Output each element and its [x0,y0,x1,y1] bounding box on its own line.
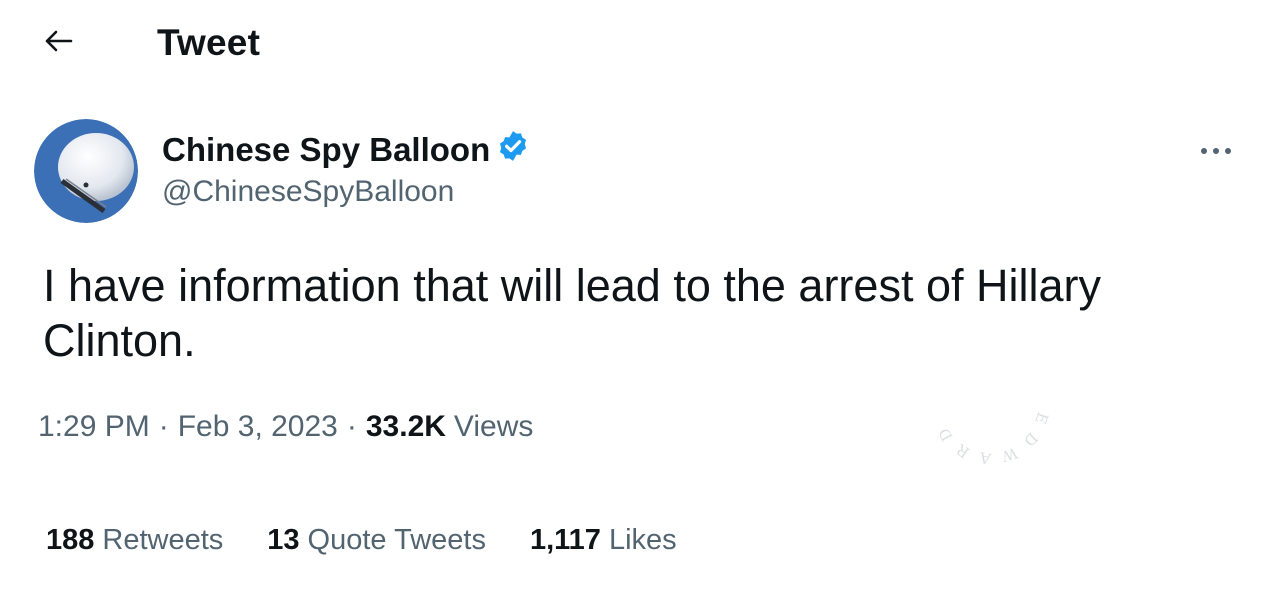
retweets-label: Retweets [102,524,224,556]
quote-tweets-label: Quote Tweets [307,524,486,556]
quote-tweets-count: 13 [267,524,300,556]
tweet-meta: 1:29 PM · Feb 3, 2023 · 33.2K Views [38,410,533,444]
meta-separator: · [346,410,357,443]
meta-separator: · [158,410,169,443]
more-button[interactable] [1186,134,1246,170]
arrow-left-icon [43,29,73,58]
retweets-count: 188 [46,524,95,556]
back-button[interactable] [30,18,86,68]
watermark-stamp: EDWARD SNOWDEN [912,326,1055,470]
page-title: Tweet [157,22,261,63]
tweet-stats: 188 Retweets 13 Quote Tweets 1,117 Likes [46,524,677,557]
retweets-stat[interactable]: 188 Retweets [46,524,223,557]
more-horizontal-icon [1199,143,1233,161]
views-count: 33.2K [365,410,446,443]
balloon-avatar [34,119,138,223]
verified-badge-icon [496,129,530,171]
views-label: Views [453,410,534,443]
author-name[interactable]: Chinese Spy Balloon [162,129,530,171]
likes-stat[interactable]: 1,117 Likes [530,524,677,557]
likes-count: 1,117 [529,524,601,556]
tweet-date[interactable]: Feb 3, 2023 [178,410,338,444]
tweet-time[interactable]: 1:29 PM [38,410,150,444]
avatar[interactable] [34,119,138,223]
likes-label: Likes [608,524,677,556]
svg-text:EDWARD SNOWDEN: EDWARD SNOWDEN [925,340,1052,468]
quote-tweets-stat[interactable]: 13 Quote Tweets [267,524,486,557]
display-name-text: Chinese Spy Balloon [162,131,491,168]
author-handle[interactable]: @ChineseSpyBalloon [162,175,454,209]
